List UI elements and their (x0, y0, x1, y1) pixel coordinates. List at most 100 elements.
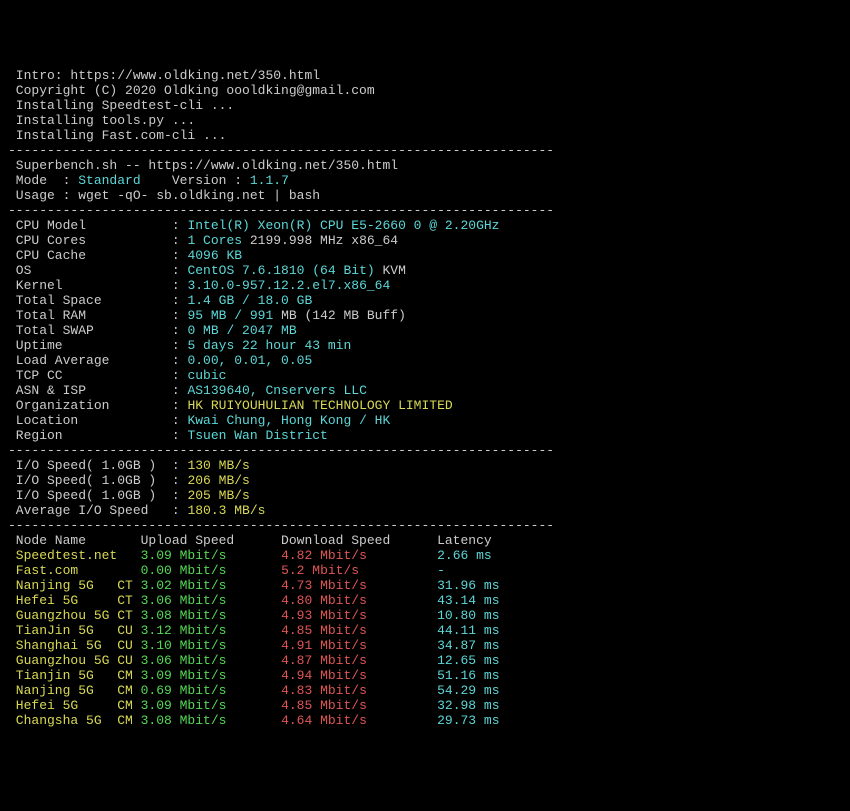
node-name: Changsha 5G CM (8, 713, 141, 728)
colon: : (164, 368, 187, 383)
total-ram-value: 95 MB / 991 (187, 308, 273, 323)
total-swap-label: Total SWAP (8, 323, 164, 338)
io-speed-2-value: 206 MB/s (187, 473, 249, 488)
colon: : (164, 383, 187, 398)
install-line: Installing Fast.com-cli ... (8, 128, 226, 143)
upload-speed: 3.09 Mbit/s (141, 668, 281, 683)
os-extra: KVM (375, 263, 406, 278)
install-line: Installing Speedtest-cli ... (8, 98, 234, 113)
separator: ----------------------------------------… (8, 203, 554, 218)
download-speed: 4.94 Mbit/s (281, 668, 437, 683)
node-name: Hefei 5G CM (8, 698, 141, 713)
kernel-value: 3.10.0-957.12.2.el7.x86_64 (187, 278, 390, 293)
bench-title: Superbench.sh -- https://www.oldking.net… (8, 158, 398, 173)
location-value: Kwai Chung, Hong Kong / HK (187, 413, 390, 428)
os-value: CentOS 7.6.1810 (64 Bit) (187, 263, 374, 278)
colon: : (164, 233, 187, 248)
tcp-cc-label: TCP CC (8, 368, 164, 383)
uptime-label: Uptime (8, 338, 164, 353)
colon: : (164, 278, 187, 293)
intro-label: Intro: (8, 68, 70, 83)
io-speed-1-label: I/O Speed( 1.0GB ) (8, 458, 156, 473)
io-speed-2-label: I/O Speed( 1.0GB ) (8, 473, 156, 488)
colon: : (164, 428, 187, 443)
io-speed-avg-label: Average I/O Speed (8, 503, 156, 518)
latency: - (437, 563, 445, 578)
node-name: Guangzhou 5G CU (8, 653, 141, 668)
upload-speed: 3.09 Mbit/s (141, 698, 281, 713)
node-name: Tianjin 5G CM (8, 668, 141, 683)
load-avg-label: Load Average (8, 353, 164, 368)
copyright: Copyright (C) 2020 Oldking oooldking@gma… (8, 83, 375, 98)
colon: : (164, 323, 187, 338)
colon: : (156, 458, 187, 473)
upload-speed: 3.08 Mbit/s (141, 713, 281, 728)
download-speed: 4.82 Mbit/s (281, 548, 437, 563)
colon: : (164, 398, 187, 413)
io-speed-3-value: 205 MB/s (187, 488, 249, 503)
download-speed: 4.83 Mbit/s (281, 683, 437, 698)
colon: : (164, 338, 187, 353)
upload-speed: 3.09 Mbit/s (141, 548, 281, 563)
io-speed-avg-value: 180.3 MB/s (187, 503, 265, 518)
region-value: Tsuen Wan District (187, 428, 327, 443)
upload-speed: 0.00 Mbit/s (141, 563, 281, 578)
cpu-cores-label: CPU Cores (8, 233, 164, 248)
asn-isp-value: AS139640, Cnservers LLC (187, 383, 366, 398)
upload-speed: 3.10 Mbit/s (141, 638, 281, 653)
latency: 51.16 ms (437, 668, 499, 683)
org-label: Organization (8, 398, 164, 413)
install-line: Installing tools.py ... (8, 113, 195, 128)
usage: Usage : wget -qO- sb.oldking.net | bash (8, 188, 320, 203)
upload-speed: 3.06 Mbit/s (141, 593, 281, 608)
cpu-model-value: Intel(R) Xeon(R) CPU E5-2660 0 @ 2.20GHz (187, 218, 499, 233)
download-speed: 4.91 Mbit/s (281, 638, 437, 653)
colon: : (164, 263, 187, 278)
org-value: HK RUIYOUHULIAN TECHNOLOGY LIMITED (187, 398, 452, 413)
terminal-output: Intro: https://www.oldking.net/350.html … (8, 68, 842, 728)
total-ram-label: Total RAM (8, 308, 164, 323)
download-speed: 4.87 Mbit/s (281, 653, 437, 668)
load-avg-value: 0.00, 0.01, 0.05 (187, 353, 312, 368)
os-label: OS (8, 263, 164, 278)
node-name: Fast.com (8, 563, 141, 578)
latency: 32.98 ms (437, 698, 499, 713)
uptime-value: 5 days 22 hour 43 min (187, 338, 351, 353)
colon: : (156, 473, 187, 488)
upload-speed: 3.08 Mbit/s (141, 608, 281, 623)
node-name: TianJin 5G CU (8, 623, 141, 638)
mode-label: Mode : (8, 173, 78, 188)
cpu-cores-extra: 2199.998 MHz x86_64 (242, 233, 398, 248)
upload-speed: 0.69 Mbit/s (141, 683, 281, 698)
node-name: Speedtest.net (8, 548, 141, 563)
colon: : (156, 488, 187, 503)
colon: : (156, 503, 187, 518)
colon: : (164, 248, 187, 263)
total-swap-value: 0 MB / 2047 MB (187, 323, 296, 338)
intro-url: https://www.oldking.net/350.html (70, 68, 320, 83)
latency: 29.73 ms (437, 713, 499, 728)
node-name: Nanjing 5G CM (8, 683, 141, 698)
download-speed: 4.93 Mbit/s (281, 608, 437, 623)
latency: 12.65 ms (437, 653, 499, 668)
mode-value: Standard (78, 173, 140, 188)
node-name: Shanghai 5G CU (8, 638, 141, 653)
latency: 44.11 ms (437, 623, 499, 638)
separator: ----------------------------------------… (8, 518, 554, 533)
io-speed-3-label: I/O Speed( 1.0GB ) (8, 488, 156, 503)
colon: : (164, 218, 187, 233)
latency: 31.96 ms (437, 578, 499, 593)
net-header: Node Name Upload Speed Download Speed La… (8, 533, 492, 548)
total-ram-extra: MB (142 MB Buff) (273, 308, 406, 323)
cpu-cache-value: 4096 KB (187, 248, 242, 263)
colon: : (164, 353, 187, 368)
latency: 10.80 ms (437, 608, 499, 623)
location-label: Location (8, 413, 164, 428)
colon: : (164, 308, 187, 323)
cpu-cores-value: 1 Cores (187, 233, 242, 248)
node-name: Hefei 5G CT (8, 593, 141, 608)
download-speed: 4.64 Mbit/s (281, 713, 437, 728)
kernel-label: Kernel (8, 278, 164, 293)
region-label: Region (8, 428, 164, 443)
upload-speed: 3.12 Mbit/s (141, 623, 281, 638)
